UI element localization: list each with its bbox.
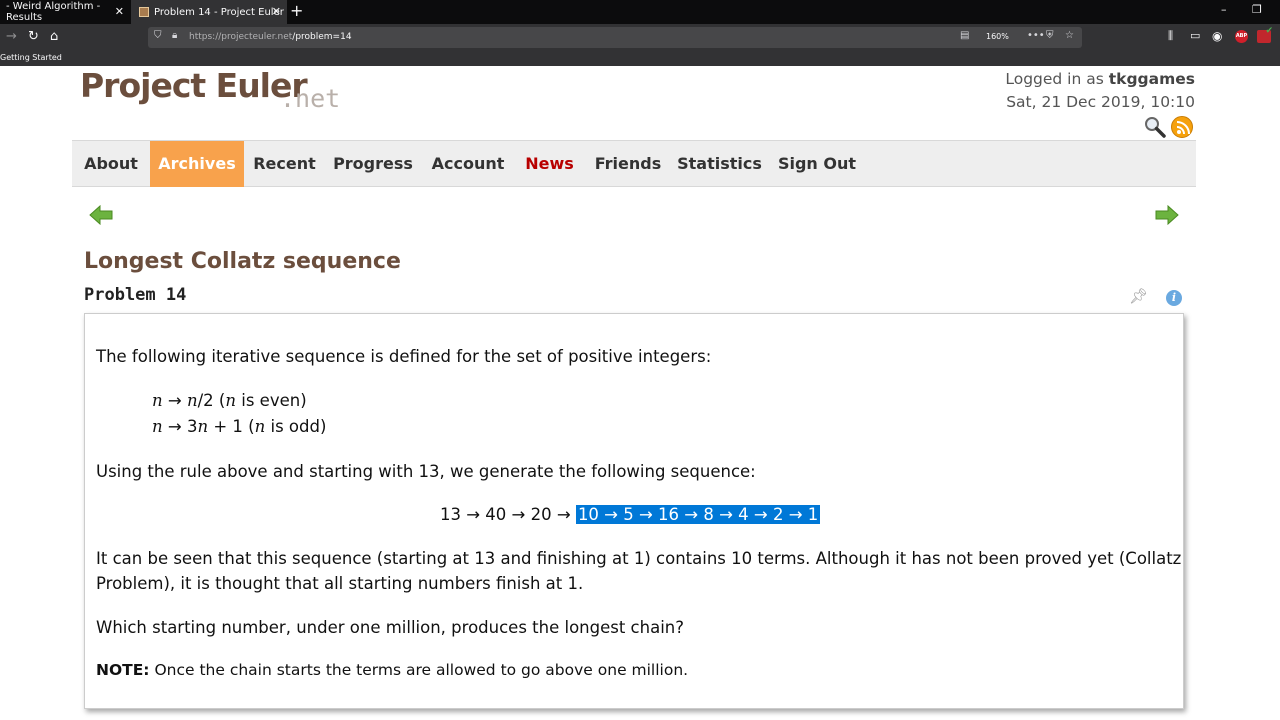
collatz-sequence: 13 → 40 → 20 → 10 → 5 → 16 → 8 → 4 → 2 →… xyxy=(440,503,821,527)
problem-using-text: Using the rule above and starting with 1… xyxy=(96,462,756,481)
rule-odd: n → 3n + 1 (n is odd) xyxy=(152,417,327,436)
tab-title: - Weird Algorithm - Results xyxy=(6,1,101,23)
menu-recent[interactable]: Recent xyxy=(244,141,325,187)
rule-even: n → n/2 (n is even) xyxy=(152,391,307,410)
zoom-level[interactable]: 160% xyxy=(986,32,1009,41)
previous-problem-arrow-icon[interactable] xyxy=(89,204,113,229)
reader-view-icon[interactable]: ▤ xyxy=(960,30,969,41)
problem-question: Which starting number, under one million… xyxy=(96,618,684,637)
menu-archives[interactable]: Archives xyxy=(150,141,244,187)
problem-intro: The following iterative sequence is defi… xyxy=(96,347,712,366)
bookmark-star-icon[interactable]: ☆ xyxy=(1065,30,1074,41)
pin-icon[interactable]: 📌︎ xyxy=(1129,287,1148,305)
menu-account[interactable]: Account xyxy=(421,141,515,187)
shield-icon[interactable]: ⛉ xyxy=(154,30,162,41)
restore-icon[interactable]: ❐ xyxy=(1252,3,1262,16)
problem-title: Longest Collatz sequence xyxy=(84,249,401,274)
main-menu: About Archives Recent Progress Account N… xyxy=(72,140,1196,187)
problem-observation-line2: Problem), it is thought that all startin… xyxy=(96,574,584,593)
browser-nav-bar: → ↻ ⌂ ⛉ 🔒︎ https://projecteuler.net/prob… xyxy=(0,24,1280,51)
problem-observation-line1: It can be seen that this sequence (start… xyxy=(96,549,1182,568)
url-bar[interactable]: ⛉ 🔒︎ https://projecteuler.net/problem=14… xyxy=(148,27,1082,48)
sequence-plain: 13 → 40 → 20 → xyxy=(440,505,576,524)
tab-title: Problem 14 - Project Euler xyxy=(154,6,284,18)
problem-number: Problem 14 xyxy=(84,285,187,305)
info-icon[interactable]: i xyxy=(1166,290,1182,306)
tab-close-icon[interactable]: ✕ xyxy=(272,5,281,18)
search-icon[interactable] xyxy=(1144,116,1166,142)
note-label: NOTE: xyxy=(96,661,150,679)
favicon-icon xyxy=(139,7,149,17)
user-info: Logged in as tkggames Sat, 21 Dec 2019, … xyxy=(1005,68,1195,114)
current-datetime: Sat, 21 Dec 2019, 10:10 xyxy=(1006,93,1195,111)
browser-tab-bar: - Weird Algorithm - Results ✕ Problem 14… xyxy=(0,0,1280,24)
home-icon[interactable]: ⌂ xyxy=(50,29,58,44)
logo-text: Project Euler xyxy=(80,66,308,105)
menu-sign-out[interactable]: Sign Out xyxy=(767,141,867,187)
username[interactable]: tkggames xyxy=(1109,70,1195,88)
rss-icon[interactable] xyxy=(1171,116,1193,138)
library-icon[interactable]: ⫼ xyxy=(1168,29,1173,43)
url-text[interactable]: https://projecteuler.net/problem=14 xyxy=(189,32,352,42)
next-problem-arrow-icon[interactable] xyxy=(1155,204,1179,229)
bookmark-getting-started[interactable]: Getting Started xyxy=(0,53,62,62)
pocket-icon[interactable]: ⛨ xyxy=(1046,30,1054,41)
menu-news[interactable]: News xyxy=(515,141,584,187)
browser-tab-active[interactable]: Problem 14 - Project Euler ✕ xyxy=(131,0,287,24)
bookmarks-bar: Getting Started xyxy=(0,51,1280,66)
page-actions-icon[interactable]: ••• xyxy=(1027,30,1045,41)
account-icon[interactable]: ◉ xyxy=(1212,29,1222,43)
browser-tab[interactable]: - Weird Algorithm - Results ✕ xyxy=(0,0,130,24)
adblock-icon[interactable]: ABP xyxy=(1235,30,1248,43)
menu-statistics[interactable]: Statistics xyxy=(672,141,767,187)
problem-note: NOTE: Once the chain starts the terms ar… xyxy=(96,661,688,679)
menu-friends[interactable]: Friends xyxy=(584,141,672,187)
lock-icon[interactable]: 🔒︎ xyxy=(172,30,177,41)
tab-close-icon[interactable]: ✕ xyxy=(115,5,124,18)
sequence-selected: 10 → 5 → 16 → 8 → 4 → 2 → 1 xyxy=(575,505,821,524)
problem-content: The following iterative sequence is defi… xyxy=(84,313,1184,709)
extension-icon[interactable]: ✔ xyxy=(1257,26,1273,43)
note-text: Once the chain starts the terms are allo… xyxy=(149,661,689,679)
menu-about[interactable]: About xyxy=(72,141,150,187)
new-tab-icon[interactable]: + xyxy=(290,1,303,20)
reload-icon[interactable]: ↻ xyxy=(28,29,39,44)
minimize-icon[interactable]: – xyxy=(1221,3,1227,16)
menu-progress[interactable]: Progress xyxy=(325,141,421,187)
logo-suffix: .net xyxy=(280,84,341,113)
sidebar-icon[interactable]: ▭ xyxy=(1190,29,1200,42)
forward-icon[interactable]: → xyxy=(6,29,17,44)
logged-in-label: Logged in as xyxy=(1005,70,1109,88)
